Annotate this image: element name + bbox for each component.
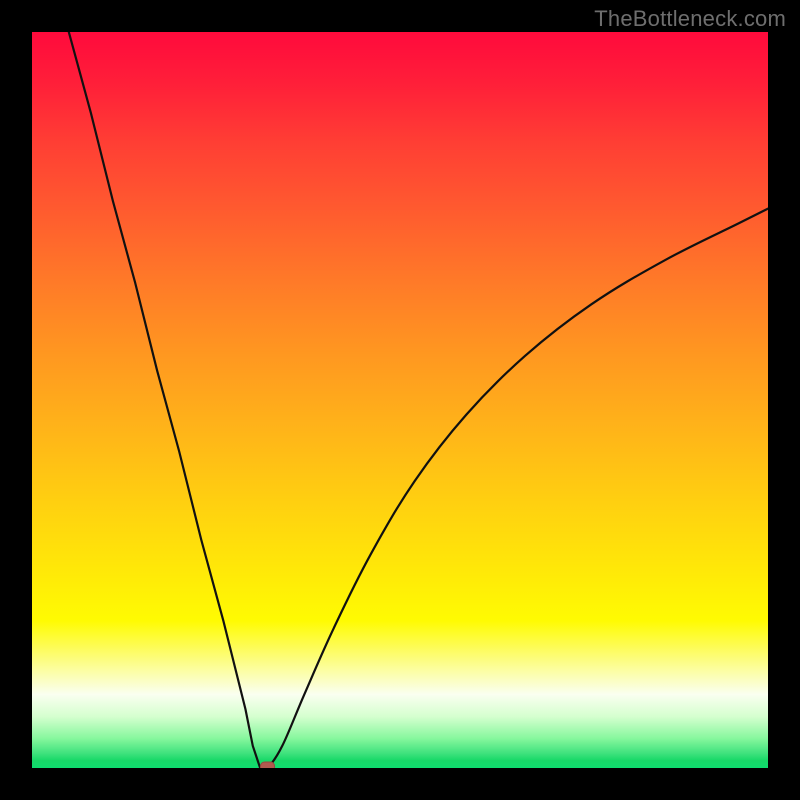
watermark-text: TheBottleneck.com: [594, 6, 786, 32]
bottleneck-curve-path: [69, 32, 768, 768]
minimum-marker: [261, 762, 275, 768]
chart-stage: TheBottleneck.com: [0, 0, 800, 800]
plot-area: [32, 32, 768, 768]
curve-layer: [32, 32, 768, 768]
